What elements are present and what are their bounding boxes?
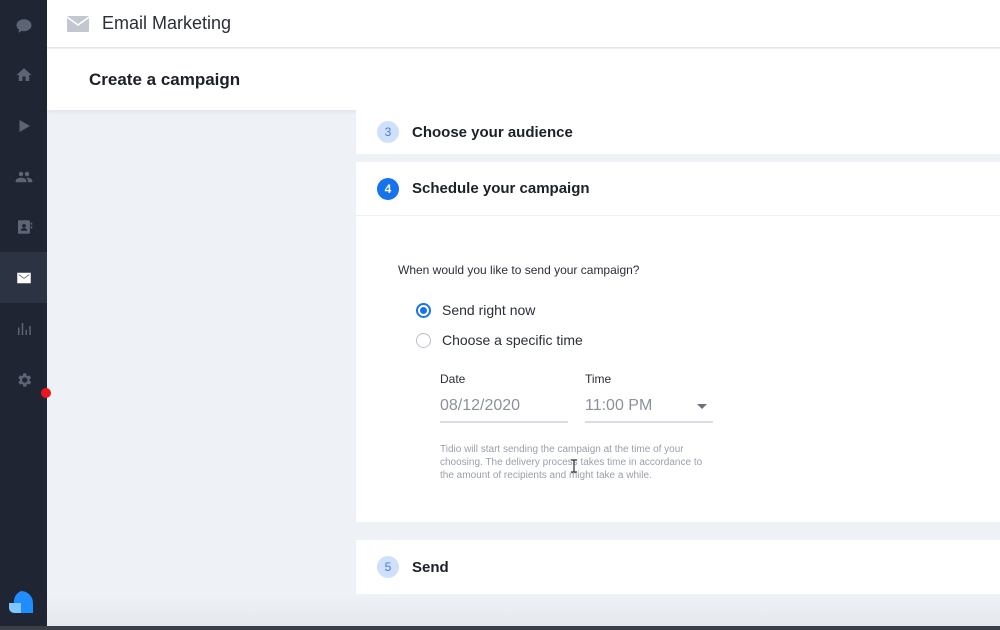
schedule-panel: When would you like to send your campaig… — [356, 217, 1000, 522]
window-bottom-bar — [0, 626, 1000, 630]
play-icon — [19, 119, 30, 132]
schedule-question: When would you like to send your campaig… — [398, 263, 640, 277]
page-title: Create a campaign — [89, 69, 241, 89]
sidebar — [0, 0, 47, 630]
radio-label: Send right now — [442, 302, 536, 318]
sidebar-item-home[interactable] — [0, 49, 47, 100]
step-title: Send — [412, 558, 449, 576]
page-header: Create a campaign — [47, 49, 1000, 110]
notification-dot — [41, 388, 51, 398]
radio-button[interactable] — [416, 332, 431, 348]
step-send[interactable]: 5 Send — [356, 540, 1000, 594]
step-number: 4 — [377, 177, 399, 200]
sidebar-item-settings[interactable] — [0, 354, 47, 405]
home-icon — [16, 67, 31, 81]
sidebar-item-contacts[interactable] — [0, 201, 47, 252]
date-label: Date — [440, 372, 466, 386]
sidebar-item-email-marketing[interactable] — [0, 252, 47, 303]
sidebar-item-analytics[interactable] — [0, 303, 47, 354]
app-title: Email Marketing — [102, 13, 232, 33]
mail-icon — [16, 272, 31, 283]
step-number: 5 — [377, 556, 399, 578]
step-title: Schedule your campaign — [412, 180, 590, 197]
date-value: 08/12/2020 — [440, 396, 521, 414]
step-schedule-campaign: 4 Schedule your campaign When would you … — [356, 162, 1000, 522]
caret-down-icon — [697, 404, 707, 409]
gear-icon — [17, 372, 31, 387]
contacts-icon — [17, 219, 32, 234]
sidebar-item-visitors[interactable] — [0, 151, 47, 202]
text-cursor-icon — [571, 459, 577, 473]
date-input[interactable]: 08/12/2020 — [440, 390, 568, 423]
sidebar-item-chat[interactable] — [0, 0, 47, 51]
time-value: 11:00 PM — [585, 396, 653, 414]
tidio-logo-icon — [9, 591, 33, 613]
time-label: Time — [585, 372, 612, 386]
radio-button-checked[interactable] — [416, 302, 431, 318]
radio-send-now[interactable]: Send right now — [416, 302, 535, 318]
time-select[interactable]: 11:00 PM — [585, 390, 713, 423]
step-choose-audience[interactable]: 3 Choose your audience — [356, 110, 1000, 154]
page-bottom-shade — [47, 596, 1000, 630]
analytics-icon — [17, 322, 31, 335]
sidebar-item-automation[interactable] — [0, 100, 47, 151]
top-header: Email Marketing — [47, 0, 1000, 48]
step-header[interactable]: 4 Schedule your campaign — [356, 162, 1000, 216]
step-title: Choose your audience — [412, 123, 573, 141]
schedule-help-text: Tidio will start sending the campaign at… — [440, 444, 703, 481]
people-icon — [15, 171, 32, 182]
step-number: 3 — [377, 121, 399, 143]
radio-specific-time[interactable]: Choose a specific time — [416, 332, 583, 348]
chat-icon — [16, 18, 31, 33]
mail-icon — [67, 15, 89, 32]
radio-label: Choose a specific time — [442, 332, 583, 348]
